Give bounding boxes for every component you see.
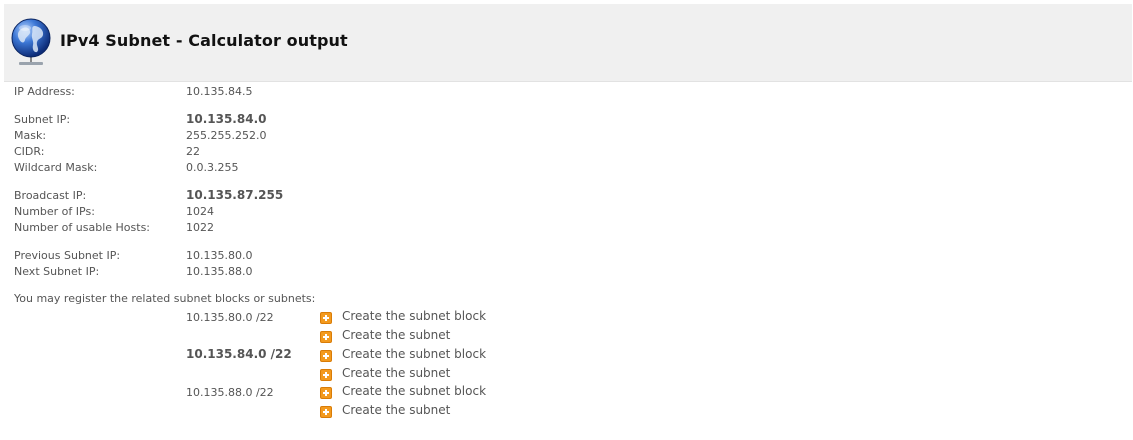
create-subnet-block-label: Create the subnet block: [342, 309, 487, 323]
next-subnet-ip-label: Next Subnet IP:: [14, 265, 100, 278]
add-icon: [320, 312, 332, 324]
wildcard-mask-label: Wildcard Mask:: [14, 161, 98, 174]
add-icon: [320, 406, 332, 418]
create-subnet-block-label: Create the subnet block: [342, 347, 487, 361]
subnet-ip-value: 10.135.84.0: [186, 112, 267, 126]
page-title: IPv4 Subnet - Calculator output: [60, 31, 348, 50]
broadcast-ip-label: Broadcast IP:: [14, 189, 87, 202]
globe-network-icon: [11, 18, 51, 65]
ip-address-value: 10.135.84.5: [186, 85, 253, 98]
wildcard-mask-value: 0.0.3.255: [186, 161, 239, 174]
subnet-block-previous: 10.135.80.0 /22: [186, 311, 274, 324]
create-subnet-previous-button[interactable]: Create the subnet: [320, 328, 451, 343]
add-icon: [320, 387, 332, 399]
mask-value: 255.255.252.0: [186, 129, 267, 142]
cidr-label: CIDR:: [14, 145, 45, 158]
subnet-block-next: 10.135.88.0 /22: [186, 386, 274, 399]
create-subnet-block-label: Create the subnet block: [342, 384, 487, 398]
add-icon: [320, 350, 332, 362]
create-subnet-block-previous-button[interactable]: Create the subnet block: [320, 309, 487, 324]
broadcast-ip-value: 10.135.87.255: [186, 188, 284, 202]
previous-subnet-ip-value: 10.135.80.0: [186, 249, 253, 262]
usable-hosts-label: Number of usable Hosts:: [14, 221, 151, 234]
cidr-value: 22: [186, 145, 200, 158]
ip-address-label: IP Address:: [14, 85, 75, 98]
create-subnet-block-current-button[interactable]: Create the subnet block: [320, 347, 487, 362]
register-note: You may register the related subnet bloc…: [14, 292, 316, 305]
mask-label: Mask:: [14, 129, 47, 142]
create-subnet-label: Create the subnet: [342, 403, 451, 417]
add-icon: [320, 331, 332, 343]
page-header: IPv4 Subnet - Calculator output: [4, 4, 1132, 82]
usable-hosts-value: 1022: [186, 221, 214, 234]
add-icon: [320, 369, 332, 381]
create-subnet-label: Create the subnet: [342, 366, 451, 380]
subnet-ip-label: Subnet IP:: [14, 113, 71, 126]
create-subnet-block-next-button[interactable]: Create the subnet block: [320, 384, 487, 399]
create-subnet-current-button[interactable]: Create the subnet: [320, 366, 451, 381]
subnet-block-current: 10.135.84.0 /22: [186, 347, 292, 361]
number-of-ips-label: Number of IPs:: [14, 205, 95, 218]
next-subnet-ip-value: 10.135.88.0: [186, 265, 253, 278]
create-subnet-next-button[interactable]: Create the subnet: [320, 403, 451, 418]
previous-subnet-ip-label: Previous Subnet IP:: [14, 249, 121, 262]
create-subnet-label: Create the subnet: [342, 328, 451, 342]
number-of-ips-value: 1024: [186, 205, 214, 218]
